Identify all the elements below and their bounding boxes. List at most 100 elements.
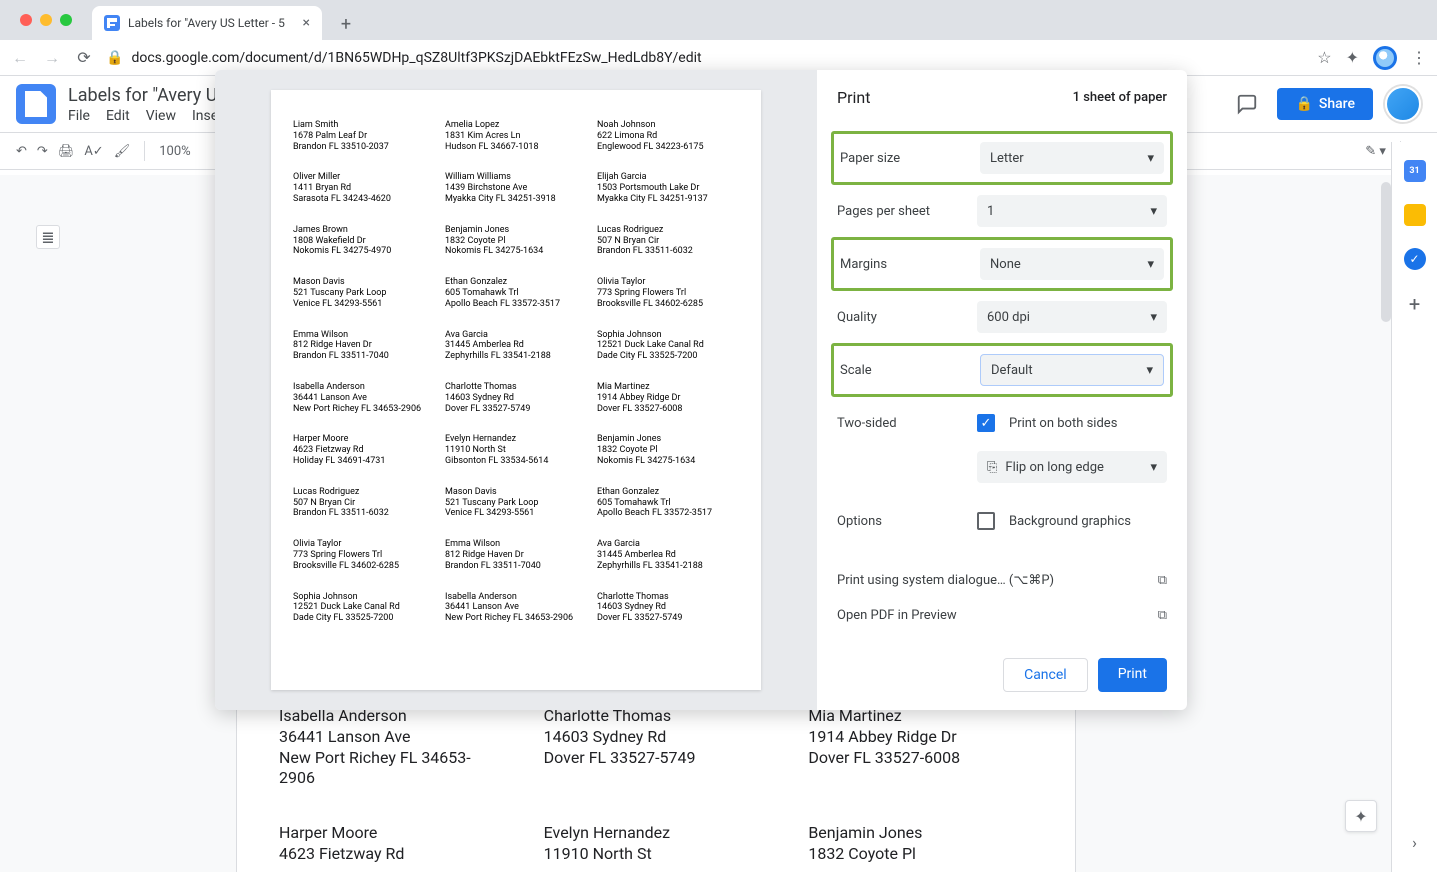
url-text: docs.google.com/document/d/1BN65WDHp_qSZ… xyxy=(131,50,701,66)
preview-label: Ethan Gonzalez605 Tomahawk TrlApollo Bea… xyxy=(597,487,739,519)
close-window-icon[interactable] xyxy=(20,14,32,26)
margins-label: Margins xyxy=(840,257,970,272)
profile-avatar-icon[interactable] xyxy=(1373,46,1397,70)
preview-page: Liam Smith1678 Palm Leaf DrBrandon FL 33… xyxy=(271,90,761,690)
pages-per-sheet-label: Pages per sheet xyxy=(837,204,967,219)
menu-file[interactable]: File xyxy=(68,108,90,124)
margins-dropdown[interactable]: None ▾ xyxy=(980,248,1164,280)
preview-label: Noah Johnson622 Limona RdEnglewood FL 34… xyxy=(597,120,739,152)
forward-button[interactable]: → xyxy=(42,48,62,68)
preview-label: Emma Wilson812 Ridge Haven DrBrandon FL … xyxy=(445,539,587,571)
preview-label: Charlotte Thomas14603 Sydney RdDover FL … xyxy=(597,592,739,624)
system-dialog-link[interactable]: Print using system dialogue… (⌥⌘P) xyxy=(837,573,1054,588)
user-avatar[interactable] xyxy=(1385,86,1421,122)
preview-label: Oliver Miller1411 Bryan RdSarasota FL 34… xyxy=(293,172,435,204)
doc-label: Isabella Anderson36441 Lanson AveNew Por… xyxy=(279,706,504,789)
preview-label: Benjamin Jones1832 Coyote PlNokomis FL 3… xyxy=(597,434,739,466)
external-link-icon: ⧉ xyxy=(1158,608,1167,623)
explore-button[interactable]: ✦ xyxy=(1345,800,1377,832)
preview-label: Emma Wilson812 Ridge Haven DrBrandon FL … xyxy=(293,330,435,362)
preview-label: Liam Smith1678 Palm Leaf DrBrandon FL 33… xyxy=(293,120,435,152)
address-bar[interactable]: 🔒 docs.google.com/document/d/1BN65WDHp_q… xyxy=(106,50,1305,66)
extensions-icon[interactable]: ✦ xyxy=(1346,48,1359,67)
scale-value: Default xyxy=(991,363,1033,378)
open-pdf-link[interactable]: Open PDF in Preview xyxy=(837,608,957,623)
preview-label: Harper Moore4623 Fietzway RdHoliday FL 3… xyxy=(293,434,435,466)
scrollbar-thumb[interactable] xyxy=(1381,182,1391,322)
lock-icon: 🔒 xyxy=(1295,96,1312,112)
highlight-margins: Margins None ▾ xyxy=(831,237,1173,291)
print-button[interactable]: Print xyxy=(1098,658,1167,692)
minimize-window-icon[interactable] xyxy=(40,14,52,26)
close-tab-icon[interactable]: × xyxy=(303,15,310,31)
calendar-icon[interactable] xyxy=(1404,160,1426,182)
preview-label: William Williams1439 Birchstone AveMyakk… xyxy=(445,172,587,204)
pages-per-sheet-dropdown[interactable]: 1 ▾ xyxy=(977,195,1167,227)
preview-label: Isabella Anderson36441 Lanson AveNew Por… xyxy=(293,382,435,414)
tab-title: Labels for "Avery US Letter - 5 xyxy=(128,16,285,30)
doc-label: Mia Martinez1914 Abbey Ridge DrDover FL … xyxy=(808,706,1033,789)
outline-toggle-icon[interactable]: ≣ xyxy=(36,225,60,249)
chevron-down-icon: ▾ xyxy=(1147,257,1154,272)
sheet-count: 1 sheet of paper xyxy=(1073,90,1167,105)
two-sided-checkbox[interactable]: ✓ xyxy=(977,414,995,432)
preview-label: Ethan Gonzalez605 Tomahawk TrlApollo Bea… xyxy=(445,277,587,309)
zoom-level[interactable]: 100% xyxy=(159,144,190,159)
preview-label: Ava Garcia31445 Amberlea RdZephyrhills F… xyxy=(445,330,587,362)
browser-tab-strip: Labels for "Avery US Letter - 5 × + xyxy=(0,0,1437,40)
quality-value: 600 dpi xyxy=(987,310,1030,325)
print-dialog: Liam Smith1678 Palm Leaf DrBrandon FL 33… xyxy=(215,70,1187,710)
print-icon[interactable]: 🖨 xyxy=(58,144,75,159)
back-button[interactable]: ← xyxy=(10,48,30,68)
preview-label: Olivia Taylor773 Spring Flowers TrlBrook… xyxy=(293,539,435,571)
browser-menu-icon[interactable]: ⋮ xyxy=(1411,48,1427,67)
preview-label: Mason Davis521 Tuscany Park LoopVenice F… xyxy=(445,487,587,519)
spellcheck-icon[interactable]: A✓ xyxy=(84,144,103,159)
doc-label: Evelyn Hernandez11910 North St xyxy=(544,823,769,865)
editing-mode-icon[interactable]: ✎ ▾ xyxy=(1365,144,1386,159)
background-graphics-checkbox[interactable] xyxy=(977,512,995,530)
quality-dropdown[interactable]: 600 dpi ▾ xyxy=(977,301,1167,333)
flip-dropdown[interactable]: ⎘ Flip on long edge ▾ xyxy=(977,451,1167,483)
background-graphics-text: Background graphics xyxy=(1009,514,1131,529)
flip-icon: ⎘ xyxy=(987,460,997,475)
quality-label: Quality xyxy=(837,310,967,325)
menu-edit[interactable]: Edit xyxy=(106,108,130,124)
preview-label: Mason Davis521 Tuscany Park LoopVenice F… xyxy=(293,277,435,309)
chevron-down-icon: ▾ xyxy=(1146,363,1153,378)
preview-label: Ava Garcia31445 Amberlea RdZephyrhills F… xyxy=(597,539,739,571)
docs-logo-icon[interactable] xyxy=(16,84,56,124)
side-panel: + › xyxy=(1391,142,1437,872)
comments-icon[interactable] xyxy=(1229,86,1265,122)
print-settings-pane: Print 1 sheet of paper Paper size Letter… xyxy=(817,70,1187,710)
preview-label: Benjamin Jones1832 Coyote PlNokomis FL 3… xyxy=(445,225,587,257)
options-label: Options xyxy=(837,514,967,529)
undo-icon[interactable]: ↶ xyxy=(16,144,27,159)
paper-size-dropdown[interactable]: Letter ▾ xyxy=(980,142,1164,174)
collapse-panel-icon[interactable]: › xyxy=(1412,833,1417,852)
reload-button[interactable]: ⟳ xyxy=(74,48,94,68)
preview-label: Elijah Garcia1503 Portsmouth Lake DrMyak… xyxy=(597,172,739,204)
doc-label: Charlotte Thomas14603 Sydney RdDover FL … xyxy=(544,706,769,789)
star-icon[interactable]: ☆ xyxy=(1317,48,1331,67)
doc-label: Benjamin Jones1832 Coyote Pl xyxy=(808,823,1033,865)
preview-label: Mia Martinez1914 Abbey Ridge DrDover FL … xyxy=(597,382,739,414)
cancel-button[interactable]: Cancel xyxy=(1003,658,1088,692)
menu-view[interactable]: View xyxy=(146,108,176,124)
preview-label: Lucas Rodriguez507 N Bryan CirBrandon FL… xyxy=(597,225,739,257)
share-label: Share xyxy=(1319,96,1355,112)
new-tab-button[interactable]: + xyxy=(332,10,360,38)
keep-icon[interactable] xyxy=(1404,204,1426,226)
share-button[interactable]: 🔒 Share xyxy=(1277,88,1373,120)
pages-per-sheet-value: 1 xyxy=(987,204,994,219)
preview-label: Lucas Rodriguez507 N Bryan CirBrandon FL… xyxy=(293,487,435,519)
print-preview-pane: Liam Smith1678 Palm Leaf DrBrandon FL 33… xyxy=(215,70,817,710)
doc-label: Harper Moore4623 Fietzway Rd xyxy=(279,823,504,865)
browser-tab[interactable]: Labels for "Avery US Letter - 5 × xyxy=(92,6,322,40)
add-addon-icon[interactable]: + xyxy=(1409,292,1420,316)
redo-icon[interactable]: ↷ xyxy=(37,144,48,159)
scale-dropdown[interactable]: Default ▾ xyxy=(980,354,1164,386)
tasks-icon[interactable] xyxy=(1404,248,1426,270)
maximize-window-icon[interactable] xyxy=(60,14,72,26)
paint-format-icon[interactable]: 🖌 xyxy=(114,144,131,159)
